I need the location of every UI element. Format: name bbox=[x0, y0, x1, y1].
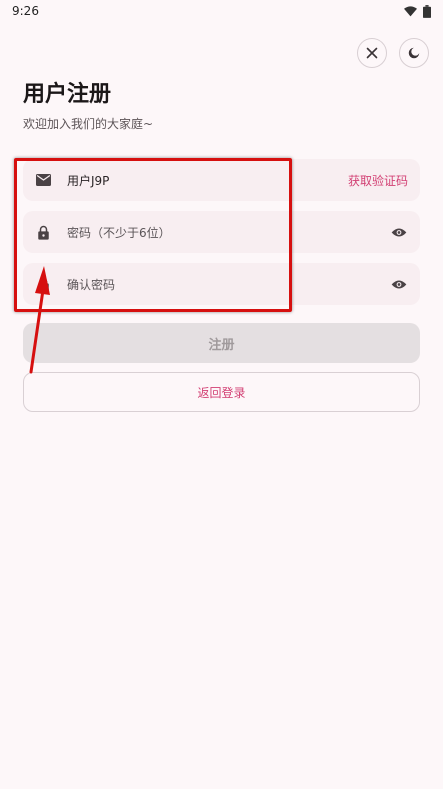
email-input[interactable]: 用户J9P bbox=[67, 172, 348, 189]
status-time: 9:26 bbox=[12, 4, 39, 18]
status-bar: 9:26 bbox=[0, 0, 443, 22]
mail-icon bbox=[35, 172, 51, 188]
confirm-password-input[interactable]: 确认密码 bbox=[67, 276, 390, 293]
battery-icon bbox=[423, 4, 431, 18]
lock-icon bbox=[35, 224, 51, 240]
register-button[interactable]: 注册 bbox=[23, 323, 420, 363]
close-icon bbox=[366, 47, 378, 59]
wifi-icon bbox=[404, 5, 417, 16]
password-field[interactable]: 密码（不少于6位） bbox=[23, 211, 420, 253]
dark-mode-button[interactable] bbox=[399, 38, 429, 68]
top-actions bbox=[357, 38, 429, 68]
show-confirm-password-eye-icon[interactable] bbox=[390, 275, 408, 293]
status-icons bbox=[404, 4, 431, 18]
show-password-eye-icon[interactable] bbox=[390, 223, 408, 241]
confirm-password-field[interactable]: 确认密码 bbox=[23, 263, 420, 305]
lock-icon bbox=[35, 276, 51, 292]
moon-icon bbox=[408, 47, 420, 59]
email-field[interactable]: 用户J9P 获取验证码 bbox=[23, 159, 420, 201]
get-verification-code-link[interactable]: 获取验证码 bbox=[348, 172, 408, 189]
back-to-login-button[interactable]: 返回登录 bbox=[23, 372, 420, 412]
close-button[interactable] bbox=[357, 38, 387, 68]
page-subtitle: 欢迎加入我们的大家庭~ bbox=[23, 117, 154, 131]
password-input[interactable]: 密码（不少于6位） bbox=[67, 224, 390, 241]
page-title: 用户注册 bbox=[23, 82, 112, 107]
